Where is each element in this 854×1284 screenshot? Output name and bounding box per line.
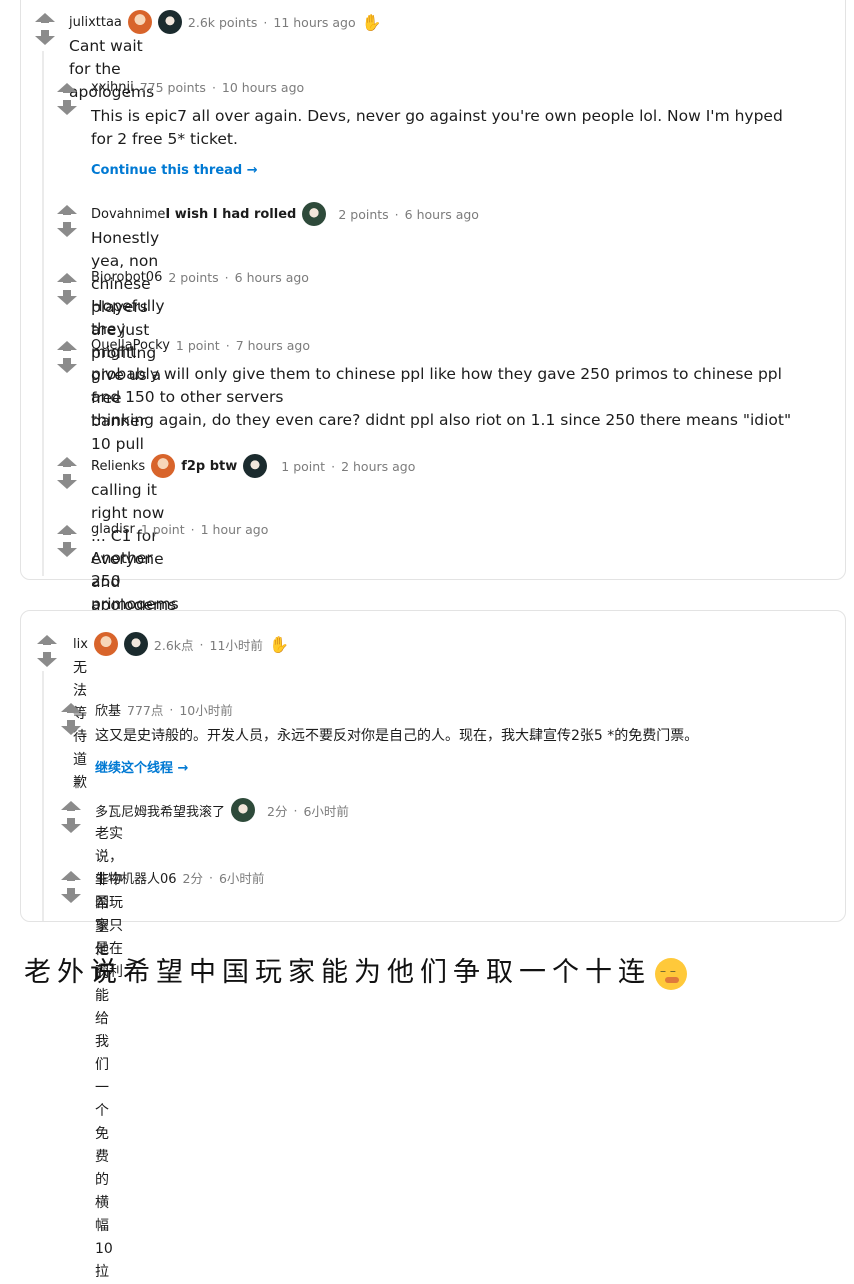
flair-avatar-icon [93,632,118,656]
timestamp[interactable]: 10 hours ago [222,80,304,95]
timestamp[interactable]: 11小时前 [210,635,263,654]
timestamp[interactable]: 6 hours ago [405,207,479,222]
username[interactable]: lix [73,637,88,652]
username[interactable]: 欣基 [95,700,121,719]
comment-text: probably will only give them to chinese … [91,365,792,429]
downvote-icon[interactable] [61,888,81,903]
teary-laugh-emoji-icon [655,957,687,990]
username[interactable]: Biorobot06 [91,270,162,285]
timestamp[interactable]: 6小时前 [303,801,348,820]
award-icon[interactable]: ✋ [362,13,382,32]
flair-avatar-icon [157,10,182,34]
upvote-icon[interactable] [61,871,81,881]
downvote-icon[interactable] [57,358,77,373]
upvote-icon[interactable] [37,635,57,645]
user-flair: I wish I had rolled [165,206,297,222]
flair-avatar-icon [127,10,152,34]
thread-line[interactable] [42,671,44,921]
downvote-icon[interactable] [57,100,77,115]
flair-avatar-icon [151,454,176,478]
comment-card-chinese: lix 2.6k点 · 11小时前 ✋ 无法等待道歉 欣基 777点 · 10小… [20,610,846,1280]
continue-thread-link[interactable]: Continue this thread → [91,163,258,178]
upvote-icon[interactable] [61,801,81,811]
points: 2分 [182,871,203,886]
comment-card-english: julixttaa 2.6k points · 11 hours ago ✋ C… [20,0,846,659]
username[interactable]: xxihnji [91,80,134,95]
comment-text: 这又是史诗般的。开发人员，永远不要反对你是自己的人。现在，我大肆宣传2张5 *的… [95,728,699,744]
username[interactable]: Dovahnime [91,207,165,222]
upvote-icon[interactable] [57,341,77,351]
downvote-icon[interactable] [37,652,57,667]
upvote-icon[interactable] [35,13,55,23]
downvote-icon[interactable] [35,30,55,45]
points: 1 point [140,522,185,537]
username[interactable]: Relienks [91,459,145,474]
award-icon[interactable]: ✋ [269,635,289,654]
flair-avatar-icon [302,202,327,226]
points: 777点 [127,703,164,718]
timestamp[interactable]: 6小时前 [219,868,264,887]
points: 1 point [175,338,220,353]
timestamp[interactable]: 1 hour ago [201,522,269,537]
upvote-icon[interactable] [57,83,77,93]
caption-text: 老外说希望中国玩家能为他们争取一个十连 [24,950,687,990]
points: 2 points [168,270,219,285]
points: 1 point [281,458,326,474]
username[interactable]: julixttaa [69,15,122,30]
downvote-icon[interactable] [57,222,77,237]
flair-avatar-icon [231,798,256,822]
timestamp[interactable]: 7 hours ago [236,338,310,353]
upvote-icon[interactable] [57,273,77,283]
timestamp[interactable]: 10小时前 [179,700,232,719]
flair-avatar-icon [243,454,268,478]
timestamp[interactable]: 11 hours ago [273,15,355,30]
downvote-icon[interactable] [61,818,81,833]
comment-text: This is epic7 all over again. Devs, neve… [91,107,783,148]
upvote-icon[interactable] [57,525,77,535]
thread-line[interactable] [42,51,44,576]
downvote-icon[interactable] [61,720,81,735]
upvote-icon[interactable] [57,457,77,467]
username[interactable]: 多瓦尼姆我希望我滚了 [95,801,225,820]
points: 2分 [267,803,288,819]
username[interactable]: gladisr [91,522,135,537]
downvote-icon[interactable] [57,474,77,489]
downvote-icon[interactable] [57,290,77,305]
points: 775 points [139,80,206,95]
flair-avatar-icon [123,632,148,656]
timestamp[interactable]: 2 hours ago [341,459,415,474]
username[interactable]: QuellaPocky [91,338,170,353]
user-flair: f2p btw [181,458,238,474]
username[interactable]: 生物机器人06 [95,868,177,887]
downvote-icon[interactable] [57,542,77,557]
timestamp[interactable]: 6 hours ago [235,270,309,285]
continue-thread-link[interactable]: 继续这个线程 → [95,757,188,776]
points: 2.6k points [187,14,258,30]
points: 2 points [338,206,389,222]
upvote-icon[interactable] [57,205,77,215]
upvote-icon[interactable] [61,703,81,713]
points: 2.6k点 [153,637,194,653]
